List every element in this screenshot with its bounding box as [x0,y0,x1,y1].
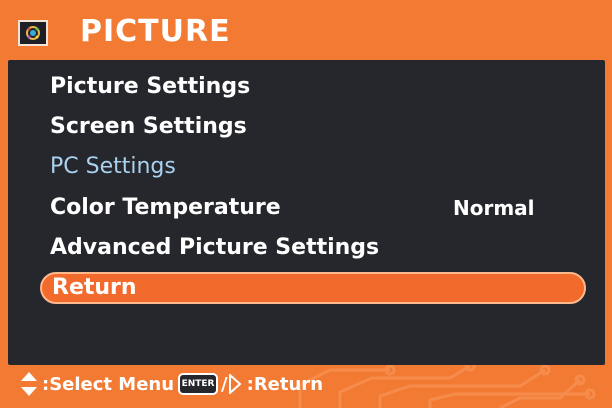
right-arrow-icon [228,374,241,394]
menu-item-pc-settings: PC Settings [50,154,176,179]
footer-hint-bar: :Select Menu ENTER / :Return [0,365,612,408]
enter-key-icon: ENTER [178,373,219,395]
menu-header: PICTURE [0,0,612,60]
color-temperature-value: Normal [453,196,535,220]
hint-separator: / [221,373,228,395]
return-hint: :Return [246,373,324,395]
tv-osd-screen: PICTURE Picture Settings Screen Settings… [0,0,612,408]
menu-item-return-highlight[interactable]: Return [40,272,586,304]
menu-item-return[interactable]: Return [52,273,137,303]
select-menu-hint: :Select Menu [42,373,175,395]
menu-panel: Picture Settings Screen Settings PC Sett… [8,60,605,365]
menu-item-screen-settings[interactable]: Screen Settings [50,112,247,142]
picture-menu-icon [18,20,48,46]
up-down-arrows-icon [21,372,37,396]
menu-item-color-temperature[interactable]: Color Temperature [50,193,281,223]
menu-title: PICTURE [80,14,231,49]
menu-item-picture-settings[interactable]: Picture Settings [50,72,250,102]
menu-item-advanced-picture-settings[interactable]: Advanced Picture Settings [50,233,379,263]
